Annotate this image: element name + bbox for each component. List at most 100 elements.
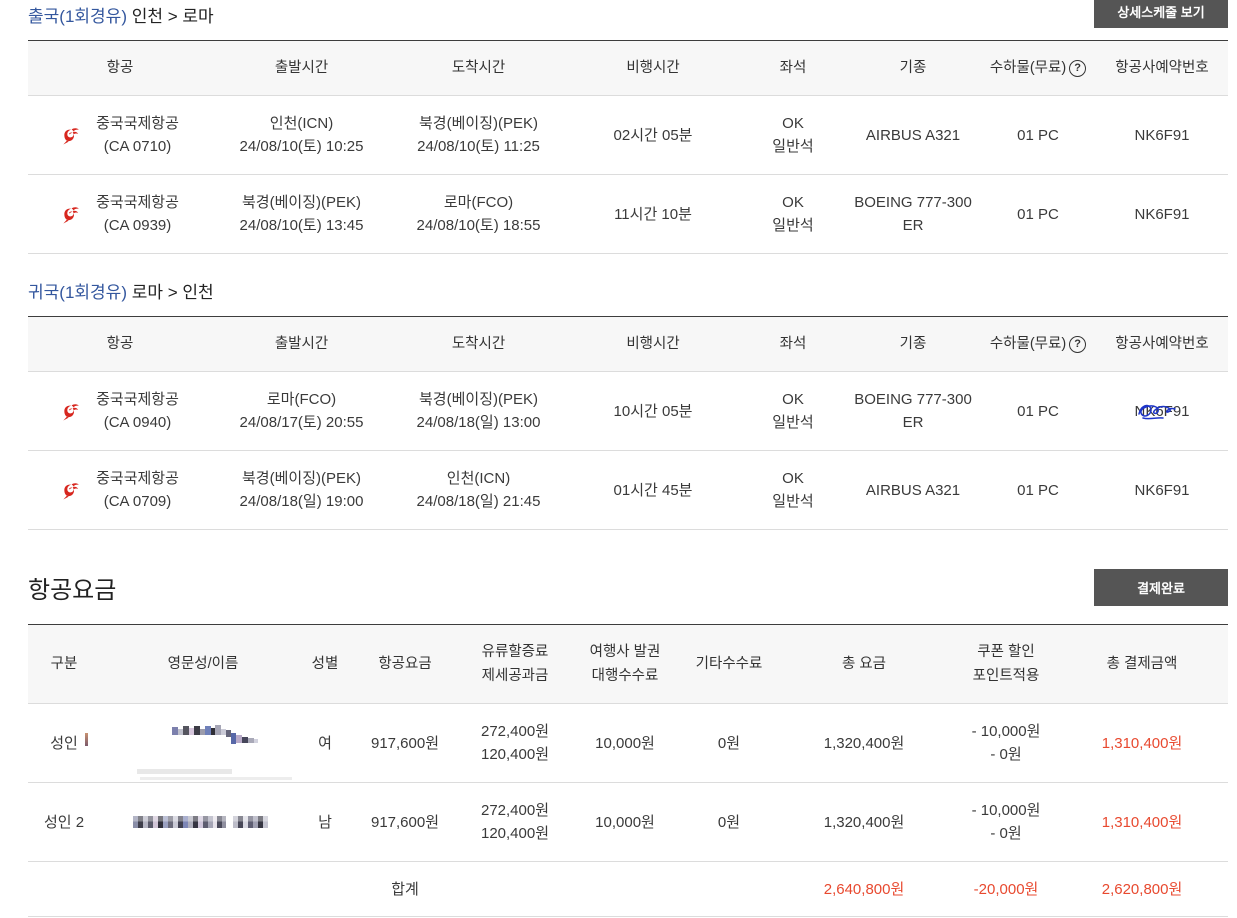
pen-scribble-mark <box>1138 404 1176 420</box>
airline-booking-reference: NK6F91 <box>1134 126 1190 144</box>
seat-status: OK <box>782 470 804 487</box>
airline-name: 중국국제항공 <box>96 391 179 408</box>
payment-complete-button[interactable]: 결제완료 <box>1094 569 1228 606</box>
aircraft-cell: AIRBUS A321 <box>846 451 980 529</box>
summary-cell <box>306 862 344 916</box>
departure-time: 24/08/17(토) 20:55 <box>239 414 364 431</box>
column-header: 비행시간 <box>566 41 740 95</box>
baggage-cell: 01 PC <box>980 96 1096 174</box>
aircraft-type: ER <box>902 414 924 431</box>
flight-duration: 02시간 05분 <box>613 126 693 144</box>
column-header: 비행시간 <box>566 317 740 371</box>
passenger-type-cell: 성인 2 <box>28 783 100 861</box>
passenger-type: 성인 <box>50 734 78 752</box>
fare-summary-row: 합계 2,640,800원 -20,000원 2,620,800원 <box>28 862 1228 917</box>
help-icon[interactable] <box>1069 335 1087 353</box>
base-fare-cell: 917,600원 <box>344 704 466 782</box>
summary-cell: 2,640,800원 <box>772 862 956 916</box>
seat-status: OK <box>782 194 804 211</box>
redacted-passenger-name <box>133 816 268 828</box>
duration-cell: 02시간 05분 <box>566 96 740 174</box>
column-header-label: 항공 <box>106 336 134 352</box>
column-header-label: 기종 <box>899 336 927 352</box>
summary-discount: -20,000원 <box>973 880 1039 898</box>
outbound-section-title: 출국(1회경유) 인천 > 로마 <box>28 6 214 28</box>
inbound-flight-table: 항공 출발시간 도착시간 비행시간 좌석 기종 수하물(무료) 항공사예약번호중국국제항공 (C… <box>28 316 1228 530</box>
fare-section-title: 항공요금 <box>28 577 117 604</box>
redaction-bar <box>137 769 232 774</box>
column-header-label: 비행시간 <box>626 60 680 76</box>
flight-number: (CA 0940) <box>103 414 172 431</box>
air-china-logo-icon <box>61 205 80 224</box>
column-header: 항공 <box>28 41 212 95</box>
summary-cell <box>28 862 100 916</box>
help-icon[interactable] <box>1069 59 1087 77</box>
column-header: 좌석 <box>740 317 846 371</box>
column-header-label: 좌석 <box>779 60 807 76</box>
base-fare-cell: 917,600원 <box>344 783 466 861</box>
airline-info: 중국국제항공 (CA 0940) <box>96 388 179 434</box>
aircraft-cell: BOEING 777-300 ER <box>846 372 980 450</box>
column-header-label: 좌석 <box>779 336 807 352</box>
flight-duration: 01시간 45분 <box>613 481 693 499</box>
summary-cell <box>466 862 564 916</box>
column-header-label: 항공사예약번호 <box>1115 60 1209 76</box>
seat-cell: OK 일반석 <box>740 175 846 253</box>
summary-cell <box>100 862 306 916</box>
baggage-cell: 01 PC <box>980 175 1096 253</box>
arrival-time: 24/08/10(토) 18:55 <box>416 217 541 234</box>
airline-name: 중국국제항공 <box>96 470 179 487</box>
arrival-cell: 로마(FCO) 24/08/10(토) 18:55 <box>391 175 566 253</box>
total-fare-cell: 1,320,400원 <box>772 783 956 861</box>
column-header: 기종 <box>846 41 980 95</box>
outbound-flight-table: 항공 출발시간 도착시간 비행시간 좌석 기종 수하물(무료) 항공사예약번호중국국제항공 (C… <box>28 40 1228 254</box>
paid-amount: 1,310,400원 <box>1101 734 1183 752</box>
column-header: 총 결제금액 <box>1056 625 1228 703</box>
base-fare: 917,600원 <box>370 734 440 752</box>
airline-cell: 중국국제항공 (CA 0710) <box>28 96 212 174</box>
other-fee: 0원 <box>717 813 741 831</box>
column-header-label: 수하물(무료) <box>989 336 1067 352</box>
surcharge-amount: 120,400원 <box>480 825 550 842</box>
column-header-label: 기종 <box>899 60 927 76</box>
arrival-time: 24/08/10(토) 11:25 <box>417 138 540 155</box>
total-fare: 1,320,400원 <box>823 734 905 752</box>
seat-cell: OK 일반석 <box>740 372 846 450</box>
baggage-cell: 01 PC <box>980 451 1096 529</box>
baggage-allowance: 01 PC <box>1017 481 1059 499</box>
surcharge-amount: 272,400원 <box>480 723 550 740</box>
flight-number: (CA 0710) <box>103 138 172 155</box>
summary-cell <box>564 862 686 916</box>
column-header-label: 쿠폰 할인 <box>977 644 1035 660</box>
aircraft-cell: AIRBUS A321 <box>846 96 980 174</box>
seat-status: OK <box>782 115 804 132</box>
column-header-label: 비행시간 <box>626 336 680 352</box>
outbound-route: 인천 > 로마 <box>131 7 214 26</box>
discount-cell: - 10,000원 - 0원 <box>956 704 1056 782</box>
summary-cell <box>686 862 772 916</box>
agency-fee: 10,000원 <box>595 813 655 831</box>
airline-cell: 중국국제항공 (CA 0940) <box>28 372 212 450</box>
inbound-section-title: 귀국(1회경유) 로마 > 인천 <box>28 282 214 304</box>
baggage-allowance: 01 PC <box>1017 126 1059 144</box>
paid-amount: 1,310,400원 <box>1101 813 1183 831</box>
airline-cell: 중국국제항공 (CA 0939) <box>28 175 212 253</box>
column-header-label: 수하물(무료) <box>989 60 1067 76</box>
column-header: 수하물(무료) <box>980 317 1096 371</box>
other-fee: 0원 <box>717 734 741 752</box>
column-header-label: 기타수수료 <box>695 656 763 672</box>
arrival-time: 24/08/18(일) 13:00 <box>416 414 541 431</box>
agency-fee-cell: 10,000원 <box>564 783 686 861</box>
table-header-row: 항공 출발시간 도착시간 비행시간 좌석 기종 수하물(무료) 항공사예약번호 <box>28 41 1228 96</box>
aircraft-type: AIRBUS A321 <box>865 126 961 144</box>
column-header-label: 여행사 발권 <box>589 644 661 660</box>
flight-number: (CA 0939) <box>103 217 172 234</box>
seat-cell: OK 일반석 <box>740 451 846 529</box>
redaction-bar <box>140 777 292 780</box>
booking-reference-cell: NK6F91 <box>1096 451 1228 529</box>
redacted-passenger-number <box>85 733 88 746</box>
flight-segment-row: 중국국제항공 (CA 0710) 인천(ICN) 24/08/10(토) 10:25 북… <box>28 96 1228 175</box>
discount-amount: - 10,000원 <box>971 723 1041 740</box>
column-header: 성별 <box>306 625 344 703</box>
detail-schedule-button[interactable]: 상세스케줄 보기 <box>1094 0 1228 28</box>
